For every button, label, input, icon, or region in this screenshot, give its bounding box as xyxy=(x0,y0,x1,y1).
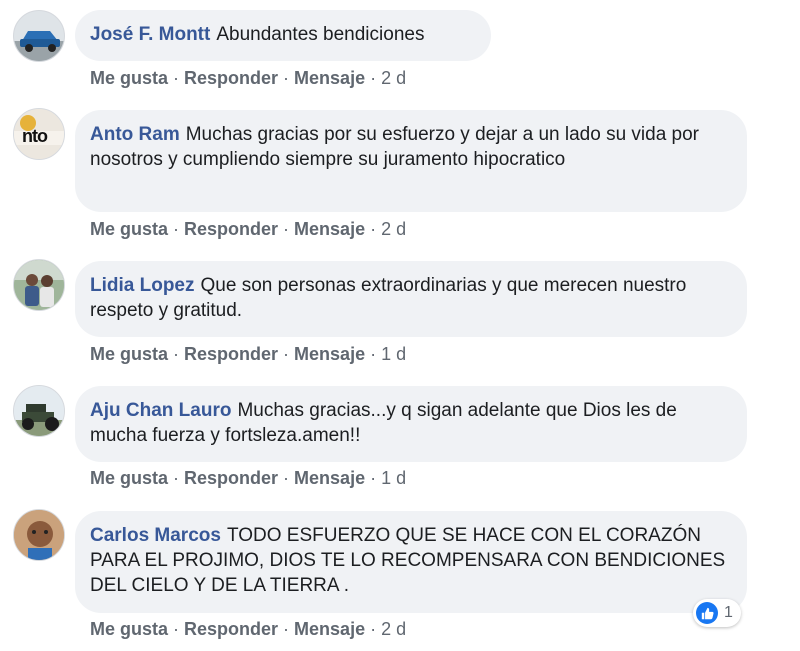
avatar[interactable] xyxy=(13,259,65,311)
separator: · xyxy=(173,219,180,239)
reaction-summary[interactable]: 1 xyxy=(693,599,741,627)
timestamp[interactable]: 2 d xyxy=(381,219,406,239)
message-link[interactable]: Mensaje xyxy=(294,219,365,239)
comment-author[interactable]: Carlos Marcos xyxy=(90,525,221,546)
separator: · xyxy=(370,619,377,639)
avatar[interactable] xyxy=(13,385,65,437)
timestamp[interactable]: 1 d xyxy=(381,468,406,488)
comment-text: Abundantes bendiciones xyxy=(216,24,425,45)
timestamp[interactable]: 2 d xyxy=(381,619,406,639)
comment-actions: Me gusta · Responder · Mensaje · 2 d xyxy=(90,217,406,241)
separator: · xyxy=(370,344,377,364)
like-link[interactable]: Me gusta xyxy=(90,468,168,488)
tractor-photo-icon xyxy=(14,386,64,436)
separator: · xyxy=(283,468,290,488)
separator: · xyxy=(283,619,290,639)
reply-link[interactable]: Responder xyxy=(184,344,278,364)
separator: · xyxy=(370,219,377,239)
separator: · xyxy=(370,68,377,88)
comment-author[interactable]: Aju Chan Lauro xyxy=(90,400,231,421)
message-link[interactable]: Mensaje xyxy=(294,619,365,639)
comment-bubble: Anto Ram Muchas gracias por su esfuerzo y… xyxy=(75,110,747,212)
separator: · xyxy=(283,219,290,239)
comment-actions: Me gusta · Responder · Mensaje · 1 d xyxy=(90,342,406,366)
reply-link[interactable]: Responder xyxy=(184,68,278,88)
message-link[interactable]: Mensaje xyxy=(294,468,365,488)
comment-author[interactable]: José F. Montt xyxy=(90,24,210,45)
reply-link[interactable]: Responder xyxy=(184,619,278,639)
message-link[interactable]: Mensaje xyxy=(294,68,365,88)
comment-actions: Me gusta · Responder · Mensaje · 2 d xyxy=(90,617,406,641)
comment-text: Muchas gracias por su esfuerzo y dejar a… xyxy=(90,124,700,170)
car-photo-icon xyxy=(14,11,64,61)
comment-actions: Me gusta · Responder · Mensaje · 2 d xyxy=(90,66,406,90)
like-link[interactable]: Me gusta xyxy=(90,344,168,364)
comment-bubble: Lidia Lopez Que son personas extraordinar… xyxy=(75,261,747,337)
people-photo-icon xyxy=(14,260,64,310)
separator: · xyxy=(173,68,180,88)
separator: · xyxy=(173,344,180,364)
reaction-count: 1 xyxy=(724,604,733,621)
separator: · xyxy=(283,68,290,88)
timestamp[interactable]: 2 d xyxy=(381,68,406,88)
comment-bubble: Aju Chan Lauro Muchas gracias...y q sigan… xyxy=(75,386,747,462)
avatar-lettering: nto xyxy=(22,126,48,146)
like-link[interactable]: Me gusta xyxy=(90,68,168,88)
separator: · xyxy=(283,344,290,364)
like-link[interactable]: Me gusta xyxy=(90,219,168,239)
avatar[interactable] xyxy=(13,10,65,62)
timestamp[interactable]: 1 d xyxy=(381,344,406,364)
avatar[interactable]: nto xyxy=(13,108,65,160)
like-icon xyxy=(696,602,718,624)
person-photo-icon xyxy=(14,510,64,560)
separator: · xyxy=(173,619,180,639)
avatar[interactable] xyxy=(13,509,65,561)
comment-author[interactable]: Lidia Lopez xyxy=(90,275,195,296)
comment-actions: Me gusta · Responder · Mensaje · 1 d xyxy=(90,466,406,490)
comment-bubble: Carlos Marcos TODO ESFUERZO QUE SE HACE C… xyxy=(75,511,747,613)
comment-author[interactable]: Anto Ram xyxy=(90,124,180,145)
reply-link[interactable]: Responder xyxy=(184,468,278,488)
separator: · xyxy=(370,468,377,488)
separator: · xyxy=(173,468,180,488)
message-link[interactable]: Mensaje xyxy=(294,344,365,364)
reply-link[interactable]: Responder xyxy=(184,219,278,239)
like-link[interactable]: Me gusta xyxy=(90,619,168,639)
comment-bubble: José F. Montt Abundantes bendiciones xyxy=(75,10,491,61)
